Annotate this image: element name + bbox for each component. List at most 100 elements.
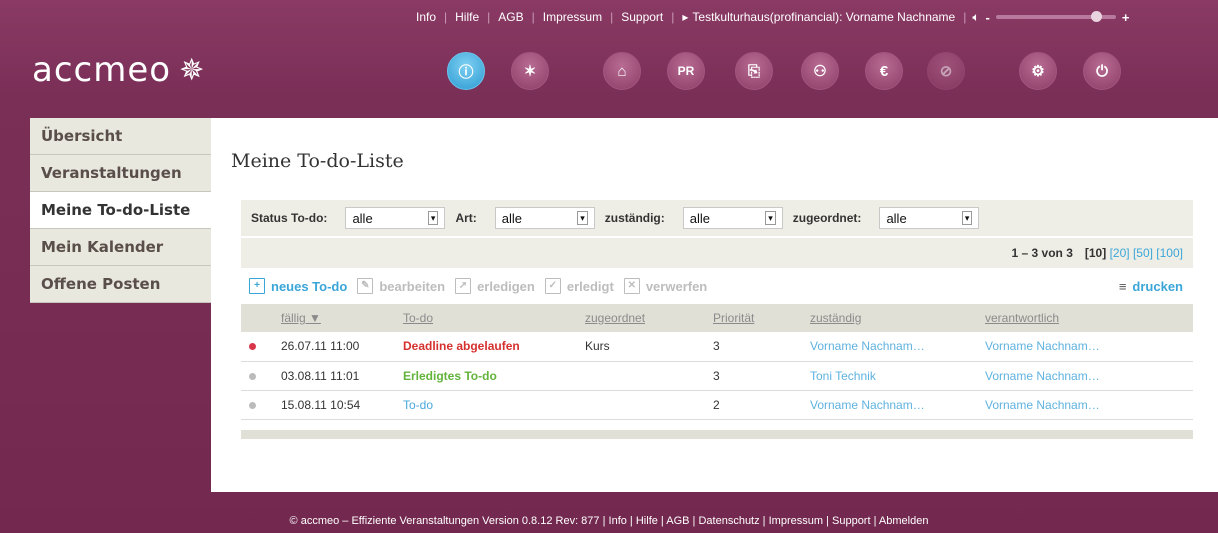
new-document-icon: + xyxy=(249,278,265,294)
footer-link-datenschutz[interactable]: Datenschutz xyxy=(698,515,759,527)
art-filter-label: Art: xyxy=(455,211,477,225)
overdue-status-icon xyxy=(249,343,256,351)
discard-icon: ✕ xyxy=(623,278,640,294)
table-header-row: fällig ▼ To-do zugeordnet Priorität zust… xyxy=(241,304,1193,332)
sidebar-item-veranstaltungen[interactable]: Veranstaltungen xyxy=(30,155,211,192)
home-icon[interactable]: ⌂ xyxy=(603,52,641,90)
sidebar: Übersicht Veranstaltungen Meine To-do-Li… xyxy=(30,118,211,303)
footer-link-info[interactable]: Info xyxy=(609,515,627,527)
top-link-support[interactable]: Support xyxy=(613,10,671,24)
pagination: 1 – 3 von 3 [10] [20] [50] [100] xyxy=(241,238,1193,268)
page-title: Meine To-do-Liste xyxy=(231,150,404,172)
dropdown-arrow-icon: ▾ xyxy=(961,211,973,225)
table-row[interactable]: 15.08.11 10:54 To-do 2 Vorname Nachnam… … xyxy=(241,390,1193,420)
accountable-cell[interactable]: Vorname Nachnam… xyxy=(985,332,1193,362)
sidebar-item-offene-posten[interactable]: Offene Posten xyxy=(30,266,211,303)
footer-link-support[interactable]: Support xyxy=(832,515,871,527)
dropdown-arrow-icon: ▾ xyxy=(427,211,439,225)
attachment-icon[interactable]: ⎘ xyxy=(735,52,773,90)
column-header-zugeordnet[interactable]: zugeordnet xyxy=(585,304,713,332)
accountable-cell[interactable]: Vorname Nachnam… xyxy=(985,361,1193,391)
column-header-prioritaet[interactable]: Priorität xyxy=(713,304,810,332)
page-size-10[interactable]: [10] xyxy=(1085,246,1106,260)
power-icon[interactable]: ⏻ xyxy=(1083,52,1121,90)
column-header-verantwortlich[interactable]: verantwortlich xyxy=(985,304,1193,332)
footer-text: © accmeo – Effiziente Veranstaltungen Ve… xyxy=(289,515,609,527)
network-icon[interactable]: ✶ xyxy=(511,52,549,90)
dropdown-arrow-icon: ▾ xyxy=(765,211,776,225)
page-size-50[interactable]: [50] xyxy=(1133,246,1153,260)
settings-icon[interactable]: ⚙ xyxy=(1019,52,1057,90)
sidebar-item-kalender[interactable]: Mein Kalender xyxy=(30,229,211,266)
print-button[interactable]: ≡ drucken xyxy=(1119,279,1183,294)
zustaendig-filter-select[interactable]: alle ▾ xyxy=(682,207,783,229)
priority-cell: 3 xyxy=(713,361,810,391)
status-filter-select[interactable]: alle ▾ xyxy=(345,207,446,229)
speaker-icon[interactable]: 🔈︎ xyxy=(972,10,979,25)
top-link-impressum[interactable]: Impressum xyxy=(535,10,610,24)
todo-cell[interactable]: Deadline abgelaufen xyxy=(403,332,585,362)
complete-icon: ➚ xyxy=(455,278,472,294)
pr-icon[interactable]: PR xyxy=(667,52,705,90)
checkbox-icon: ✓ xyxy=(544,278,561,294)
footer-link-agb[interactable]: AGB xyxy=(666,515,689,527)
zugeordnet-filter-label: zugeordnet: xyxy=(792,211,862,225)
volume-plus-button[interactable]: + xyxy=(1122,10,1130,25)
edit-button: ✎ bearbeiten xyxy=(357,278,445,294)
art-filter-select[interactable]: alle ▾ xyxy=(494,207,595,229)
footer-link-abmelden[interactable]: Abmelden xyxy=(879,515,929,527)
info-icon[interactable]: ⓘ xyxy=(447,52,485,90)
todo-table: fällig ▼ To-do zugeordnet Priorität zust… xyxy=(241,304,1193,420)
top-link-agb[interactable]: AGB xyxy=(490,10,531,24)
table-row[interactable]: 03.08.11 11:01 Erledigtes To-do 3 Toni T… xyxy=(241,361,1193,391)
footer: © accmeo – Effiziente Veranstaltungen Ve… xyxy=(289,515,929,527)
priority-cell: 2 xyxy=(713,390,810,420)
main-toolbar: ⓘ ✶ ⌂ PR ⎘ ⚇ € ⊘ ⚙ ⏻ xyxy=(0,52,1218,92)
triangle-right-icon: ▸ xyxy=(682,10,689,24)
complete-button: ➚ erledigen xyxy=(455,278,535,294)
sidebar-item-todo-liste[interactable]: Meine To-do-Liste xyxy=(30,192,211,229)
result-range: 1 – 3 von 3 xyxy=(1011,246,1073,260)
sidebar-item-uebersicht[interactable]: Übersicht xyxy=(30,118,211,155)
volume-slider[interactable] xyxy=(995,11,1116,22)
new-todo-button[interactable]: + neues To-do xyxy=(249,278,347,294)
action-bar: + neues To-do ✎ bearbeiten ➚ erledigen ✓ erl… xyxy=(241,270,1193,302)
discard-button: ✕ verwerfen xyxy=(623,278,707,294)
accountable-cell[interactable]: Vorname Nachnam… xyxy=(985,390,1193,420)
column-header-zustaendig[interactable]: zuständig xyxy=(810,304,985,332)
status-icon xyxy=(249,401,256,409)
disabled-icon: ⊘ xyxy=(927,52,965,90)
status-filter-label: Status To-do: xyxy=(251,211,328,225)
column-header-faellig[interactable]: fällig ▼ xyxy=(281,304,403,332)
user-label[interactable]: ▸ Testkulturhaus(profinancial): Vorname N… xyxy=(674,10,963,24)
filter-bar: Status To-do: alle ▾ Art: alle ▾ zuständig… xyxy=(241,200,1193,236)
people-icon[interactable]: ⚇ xyxy=(801,52,839,90)
euro-icon[interactable]: € xyxy=(865,52,903,90)
table-row[interactable]: 26.07.11 11:00 Deadline abgelaufen Kurs … xyxy=(241,332,1193,362)
page-size-options: [10] [20] [50] [100] xyxy=(1085,246,1183,260)
done-button: ✓ erledigt xyxy=(544,278,614,294)
assigned-cell: Kurs xyxy=(585,332,713,362)
assigned-cell xyxy=(585,361,713,391)
volume-minus-button[interactable]: - xyxy=(986,10,990,25)
responsible-cell[interactable]: Vorname Nachnam… xyxy=(810,332,985,362)
status-icon xyxy=(249,372,256,380)
top-link-hilfe[interactable]: Hilfe xyxy=(447,10,487,24)
page-size-100[interactable]: [100] xyxy=(1156,246,1183,260)
due-cell: 26.07.11 11:00 xyxy=(281,332,403,362)
top-link-info[interactable]: Info xyxy=(408,10,444,24)
printer-icon: ≡ xyxy=(1118,278,1127,294)
column-header-todo[interactable]: To-do xyxy=(403,304,585,332)
page-size-20[interactable]: [20] xyxy=(1110,246,1130,260)
zugeordnet-filter-select[interactable]: alle ▾ xyxy=(879,207,980,229)
responsible-cell[interactable]: Toni Technik xyxy=(810,361,985,391)
dropdown-arrow-icon: ▾ xyxy=(577,211,588,225)
due-cell: 15.08.11 10:54 xyxy=(281,390,403,420)
todo-cell[interactable]: To-do xyxy=(403,390,585,420)
volume-slider-knob[interactable] xyxy=(1090,11,1102,22)
responsible-cell[interactable]: Vorname Nachnam… xyxy=(810,390,985,420)
footer-link-impressum[interactable]: Impressum xyxy=(769,515,823,527)
volume-control: 🔈︎ - + xyxy=(966,10,1129,25)
todo-cell[interactable]: Erledigtes To-do xyxy=(403,361,585,391)
footer-link-hilfe[interactable]: Hilfe xyxy=(636,515,658,527)
